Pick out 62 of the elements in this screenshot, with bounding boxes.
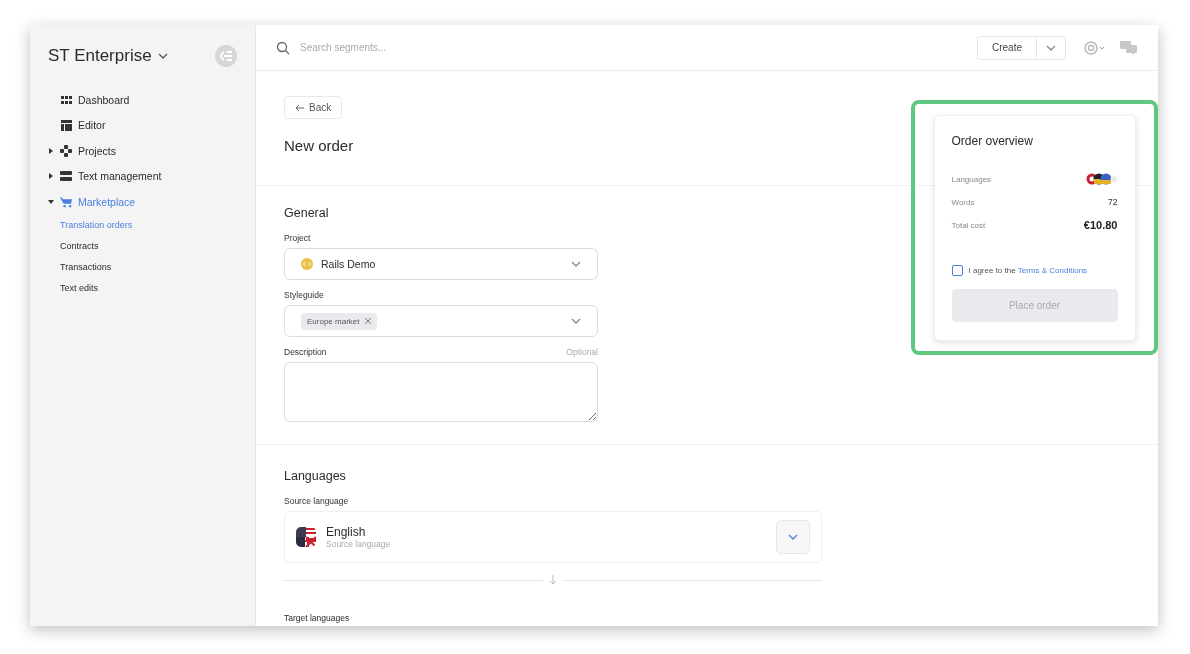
- field-label: Styleguide: [284, 290, 325, 300]
- language-caption: Source language: [326, 539, 391, 549]
- field-label: Description: [284, 347, 327, 357]
- chevron-down-icon: [788, 534, 798, 540]
- cart-icon: [60, 195, 72, 208]
- field-label: Target languages: [284, 613, 350, 623]
- summary-label: Languages: [951, 174, 992, 184]
- stack-icon: [60, 171, 72, 182]
- sidebar-subitem[interactable]: Text edits: [48, 277, 237, 299]
- lifebuoy-icon[interactable]: [1084, 40, 1106, 55]
- arrow-down-icon: [549, 575, 557, 585]
- flag-icon: [296, 527, 316, 547]
- sidebar-subitem[interactable]: Transactions: [48, 256, 237, 278]
- caret-icon[interactable]: [48, 147, 54, 154]
- project-icon: [301, 258, 313, 270]
- description-field[interactable]: [284, 362, 598, 422]
- page-title: New order: [284, 137, 354, 154]
- agree-text: I agree to the Terms & Conditions: [968, 265, 1088, 275]
- arrow-left-icon: [295, 103, 304, 112]
- section-title: Languages: [284, 469, 347, 483]
- field-label: Source language: [284, 496, 350, 506]
- source-language-card[interactable]: English Source language: [284, 511, 822, 563]
- collapse-icon: [220, 51, 232, 61]
- language-dropdown-button[interactable]: [776, 520, 810, 554]
- grid-icon: [60, 95, 72, 104]
- project-select[interactable]: Rails Demo: [284, 248, 598, 280]
- field-label: Project: [284, 233, 312, 243]
- sidebar-item[interactable]: Dashboard: [78, 93, 130, 106]
- close-icon[interactable]: [365, 318, 372, 324]
- total-cost: €10.80: [1083, 219, 1118, 231]
- back-button[interactable]: Back: [284, 96, 343, 119]
- section-title: General: [284, 206, 330, 220]
- optional-hint: Optional: [566, 347, 598, 357]
- caret-icon[interactable]: [48, 173, 54, 180]
- chat-icon[interactable]: [1120, 40, 1138, 55]
- sidebar-item[interactable]: Marketplace: [78, 195, 136, 208]
- workspace-name[interactable]: ST Enterprise: [48, 46, 152, 66]
- sidebar-subitem[interactable]: Contracts: [48, 235, 237, 257]
- sidebar-subitem[interactable]: Translation orders: [48, 214, 237, 236]
- styleguide-select[interactable]: Europe market: [284, 305, 598, 337]
- collapse-sidebar-button[interactable]: [215, 45, 237, 67]
- chevron-down-icon: [571, 318, 581, 324]
- search-field[interactable]: Search segments...: [298, 41, 969, 54]
- terms-link[interactable]: Terms & Conditions: [1017, 265, 1088, 275]
- card-title: Order overview: [951, 133, 1034, 148]
- sidebar-item[interactable]: Text management: [78, 170, 162, 183]
- language-name: English: [326, 525, 367, 539]
- agree-checkbox[interactable]: [951, 264, 963, 276]
- summary-label: Total cost: [951, 220, 986, 230]
- chevron-down-icon: [157, 53, 168, 59]
- styleguide-tag[interactable]: Europe market: [301, 312, 378, 330]
- sidebar-item[interactable]: Projects: [78, 144, 116, 157]
- chevron-down-icon: [1046, 44, 1056, 51]
- summary-label: Words: [951, 197, 975, 207]
- sidebar-item[interactable]: Editor: [78, 119, 106, 132]
- chevron-down-icon: [571, 261, 581, 267]
- caret-icon[interactable]: [48, 198, 54, 205]
- flags-icon: [1085, 173, 1118, 185]
- layout-icon: [60, 119, 72, 131]
- nodes-icon: [60, 144, 72, 157]
- summary-value: 72: [1108, 197, 1118, 207]
- search-icon: [276, 40, 290, 55]
